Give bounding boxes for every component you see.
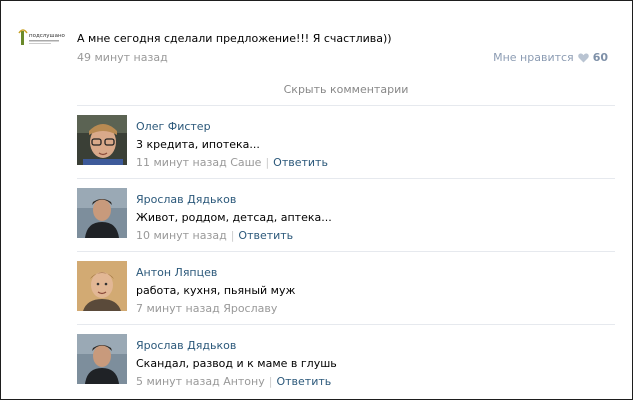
heart-icon — [577, 53, 589, 63]
comment-item: Ярослав Дядьков Скандал, развод и к маме… — [77, 324, 615, 397]
reply-button[interactable]: Ответить — [276, 375, 331, 388]
comment-text: Скандал, развод и к маме в глушь — [136, 357, 337, 370]
comment-item: Антон Ляпцев работа, кухня, пьяный муж 7… — [77, 251, 615, 324]
comment-item: Олег Фистер 3 кредита, ипотека... 11 мин… — [77, 105, 615, 178]
comment-meta: 5 минут назад Антону | Ответить — [136, 375, 331, 388]
comment-time[interactable]: 7 минут назад — [136, 302, 220, 315]
reply-button[interactable]: Ответить — [273, 156, 328, 169]
comment-item: Ярослав Дядьков Живот, роддом, детсад, а… — [77, 178, 615, 251]
comment-reply-to[interactable]: Ярославу — [223, 302, 277, 315]
community-avatar[interactable]: подслушано — [18, 27, 68, 51]
like-count: 60 — [592, 51, 608, 64]
meta-separator: | — [268, 375, 273, 388]
comment-time[interactable]: 5 минут назад — [136, 375, 220, 388]
comment-reply-to[interactable]: Саше — [230, 156, 261, 169]
comment-author[interactable]: Ярослав Дядьков — [136, 193, 236, 206]
comment-text: работа, кухня, пьяный муж — [136, 284, 296, 297]
comments-list: Олег Фистер 3 кредита, ипотека... 11 мин… — [77, 105, 615, 397]
comment-author[interactable]: Антон Ляпцев — [136, 266, 217, 279]
comment-author[interactable]: Ярослав Дядьков — [136, 339, 236, 352]
like-label: Мне нравится — [493, 51, 574, 64]
comment-time[interactable]: 11 минут назад — [136, 156, 227, 169]
comment-meta: 10 минут назад | Ответить — [136, 229, 293, 242]
comment-meta: 11 минут назад Саше | Ответить — [136, 156, 328, 169]
comment-reply-to[interactable]: Антону — [223, 375, 265, 388]
avatar[interactable] — [77, 334, 127, 384]
avatar[interactable] — [77, 188, 127, 238]
comment-text: Живот, роддом, детсад, аптека... — [136, 211, 332, 224]
post-time[interactable]: 49 минут назад — [77, 51, 168, 64]
meta-separator: | — [230, 229, 235, 242]
comment-meta: 7 минут назад Ярославу — [136, 302, 277, 315]
meta-separator: | — [265, 156, 270, 169]
reply-button[interactable]: Ответить — [238, 229, 293, 242]
avatar[interactable] — [77, 115, 127, 165]
hide-comments-link[interactable]: Скрыть комментарии — [77, 83, 615, 96]
community-avatar-text: подслушано — [29, 33, 66, 39]
comment-time[interactable]: 10 минут назад — [136, 229, 227, 242]
post-text: А мне сегодня сделали предложение!!! Я с… — [77, 32, 392, 45]
avatar[interactable] — [77, 261, 127, 311]
comment-author[interactable]: Олег Фистер — [136, 120, 211, 133]
comment-text: 3 кредита, ипотека... — [136, 138, 260, 151]
like-button[interactable]: Мне нравится 60 — [493, 51, 608, 64]
